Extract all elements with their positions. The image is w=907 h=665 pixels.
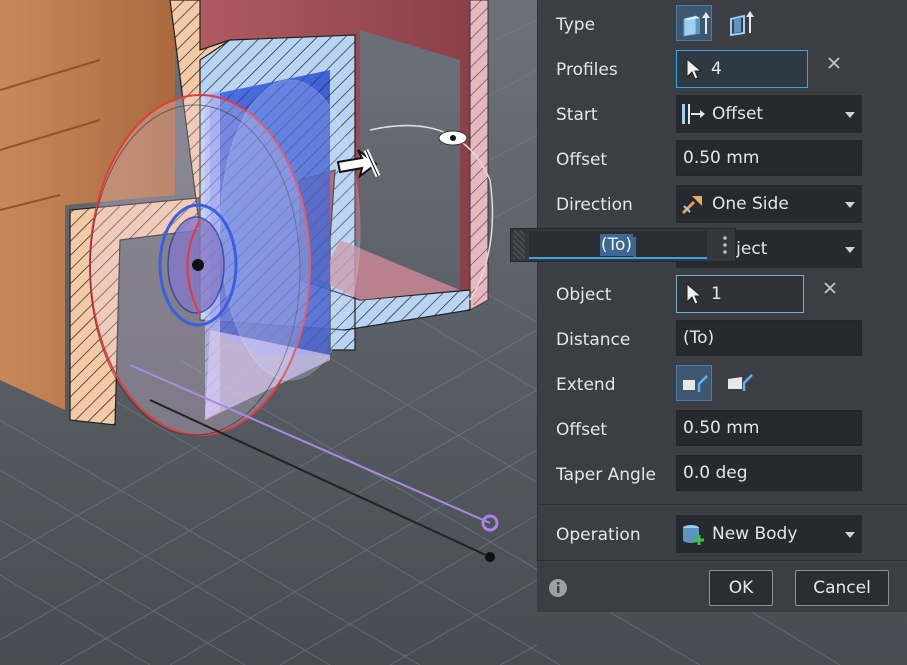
taper-row: Taper Angle 0.0 deg [538, 450, 907, 495]
extrude-dialog: Type Profiles 4 selected Start Offset Of… [537, 0, 907, 612]
distance-heads-up-input: (To) [510, 228, 736, 262]
arc-handle-dot [450, 135, 456, 141]
section-divider [538, 504, 907, 505]
distance-input[interactable]: (To) [676, 320, 862, 356]
start-label: Start [556, 105, 598, 125]
more-options-icon[interactable] [723, 235, 727, 255]
distance-row: Distance (To) [538, 315, 907, 360]
extend-offset-input[interactable]: 0.50 mm [676, 410, 862, 446]
offset-label: Offset [556, 150, 608, 170]
offset-row: Offset 0.50 mm [538, 135, 907, 180]
start-dropdown[interactable]: Offset [676, 95, 862, 133]
hub-center-point [192, 259, 204, 271]
one-sided-extrude-icon[interactable] [676, 5, 712, 41]
taper-label: Taper Angle [556, 465, 657, 485]
extend-offset-label: Offset [556, 420, 608, 440]
start-row: Start Offset [538, 90, 907, 135]
axis-end-black[interactable] [485, 552, 495, 562]
drag-grip-icon[interactable] [513, 231, 525, 259]
extend-row: Extend [538, 360, 907, 405]
heads-up-distance-input[interactable]: (To) [529, 231, 707, 259]
operation-caret-icon [845, 532, 855, 538]
start-value: Offset [712, 104, 764, 124]
extend-to-adjacent-icon[interactable] [722, 365, 758, 401]
direction-dropdown[interactable]: One Side [676, 185, 862, 223]
extend-to-face-icon[interactable] [676, 365, 712, 401]
operation-row: Operation New Body [538, 510, 907, 555]
profiles-label: Profiles [556, 60, 618, 80]
cursor-arrow-icon [686, 282, 703, 305]
extend-label: Extend [556, 375, 616, 395]
new-body-icon [683, 525, 704, 545]
direction-value: One Side [712, 194, 789, 214]
profiles-select-button[interactable]: 4 selected [676, 50, 808, 115]
operation-value: New Body [712, 524, 798, 544]
taper-input[interactable]: 0.0 deg [676, 455, 862, 491]
profiles-row: Profiles 4 selected [538, 45, 907, 115]
operation-label: Operation [556, 525, 641, 545]
info-icon[interactable] [548, 578, 568, 598]
profiles-clear-icon[interactable] [827, 56, 841, 70]
type-label: Type [556, 15, 596, 35]
direction-row: Direction One Side [538, 180, 907, 225]
ok-button[interactable]: OK [709, 570, 773, 606]
preview-disc-back [219, 79, 361, 381]
cancel-button[interactable]: Cancel [795, 570, 889, 606]
extent-caret-icon [845, 247, 855, 253]
offset-input[interactable]: 0.50 mm [676, 140, 862, 176]
cursor-arrow-icon [686, 57, 703, 80]
distance-label: Distance [556, 330, 631, 350]
operation-dropdown[interactable]: New Body [676, 515, 862, 553]
dialog-footer: OK Cancel [537, 560, 907, 612]
direction-label: Direction [556, 195, 633, 215]
object-select-button[interactable]: 1 selected [676, 275, 804, 340]
object-clear-icon[interactable] [823, 281, 837, 295]
thin-extrude-icon[interactable] [722, 5, 758, 41]
direction-caret-icon [845, 202, 855, 208]
object-row: Object 1 selected [538, 270, 907, 340]
one-side-direction-icon [681, 196, 702, 215]
object-label: Object [556, 285, 612, 305]
start-caret-icon [845, 112, 855, 118]
type-row: Type [538, 0, 907, 45]
heads-up-value: (To) [599, 234, 634, 256]
offset-start-icon [682, 104, 705, 124]
text-cursor [633, 237, 637, 257]
extend-offset-row: Offset 0.50 mm [538, 405, 907, 450]
